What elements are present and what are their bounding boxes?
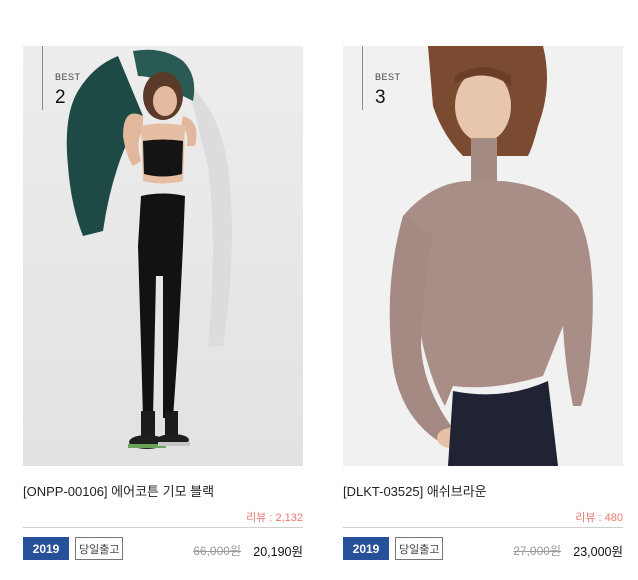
divider [343,527,623,528]
divider [23,527,303,528]
sale-price: 23,000원 [573,545,623,559]
product-title[interactable]: [ONPP-00106] 에어코튼 기모 블랙 [23,481,214,500]
product-image[interactable]: BEST 3 [343,46,623,466]
rank-number: 3 [375,87,386,108]
product-card[interactable]: BEST 3 [DLKT-03525] 애쉬브라운 리뷰 : 480 2019 … [343,46,623,560]
original-price: 66,000원 [193,544,241,558]
same-day-shipping-badge: 당일출고 [395,537,444,560]
year-badge: 2019 [23,537,69,560]
product-title[interactable]: [DLKT-03525] 애쉬브라운 [343,481,487,500]
product-image[interactable]: BEST 2 [23,46,303,466]
same-day-shipping-badge: 당일출고 [75,537,124,560]
year-badge: 2019 [343,537,389,560]
review-count: 리뷰 : 480 [575,512,623,524]
rank-number: 2 [55,87,66,108]
rank-indicator: BEST 3 [362,46,422,110]
review-count: 리뷰 : 2,132 [246,512,303,524]
rank-indicator: BEST 2 [42,46,102,110]
rank-label: BEST [55,72,81,82]
product-card[interactable]: BEST 2 [ONPP-00106] 에어코튼 기모 블랙 리뷰 : 2,13… [23,46,303,560]
original-price: 27,000원 [513,544,561,558]
sale-price: 20,190원 [253,545,303,559]
rank-label: BEST [375,72,401,82]
